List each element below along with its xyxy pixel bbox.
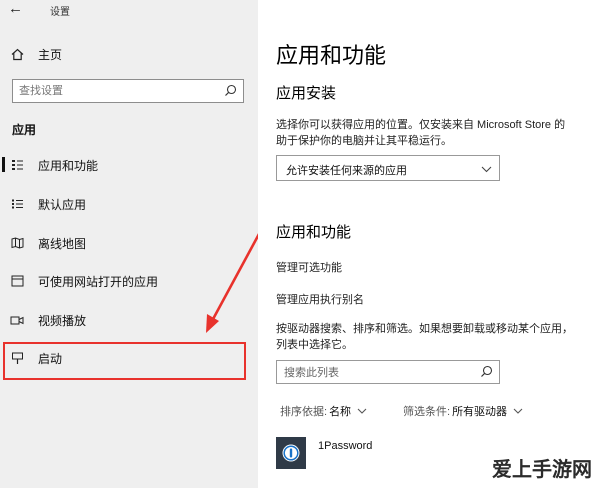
sidebar-item-label: 应用和功能 xyxy=(38,158,99,173)
sidebar-item-label: 离线地图 xyxy=(38,236,87,251)
sidebar-item-label: 视频播放 xyxy=(38,313,87,328)
app-name: 1Password xyxy=(318,440,373,452)
video-icon xyxy=(10,315,24,326)
dropdown-value: 允许安装任何来源的应用 xyxy=(286,165,407,177)
features-description-line-1: 按驱动器搜索、排序和筛选。如果想要卸载或移动某个应用， xyxy=(276,323,573,335)
apps-list-icon xyxy=(10,159,24,171)
home-icon xyxy=(10,48,24,61)
sidebar-item-apps-features[interactable]: 应用和功能 xyxy=(0,151,258,179)
annotation-arrow xyxy=(206,232,261,333)
page-title: 应用和功能 xyxy=(276,43,387,68)
install-source-dropdown[interactable]: 允许安装任何来源的应用 xyxy=(276,155,500,181)
app-list-search-box[interactable] xyxy=(276,360,500,384)
default-apps-icon xyxy=(10,198,24,210)
main-content: 应用和功能 应用安装 选择你可以获得应用的位置。仅安装来自 Microsoft … xyxy=(258,0,600,488)
filter-value: 所有驱动器 xyxy=(452,406,508,418)
sidebar-item-home[interactable]: 主页 xyxy=(0,40,258,68)
manage-app-alias-link[interactable]: 管理应用执行别名 xyxy=(276,291,364,307)
sidebar-section-title: 应用 xyxy=(12,123,37,137)
install-heading: 应用安装 xyxy=(276,85,337,102)
install-description-line-2: 助于保护你的电脑并让其平稳运行。 xyxy=(276,135,452,147)
highlight-box xyxy=(3,342,246,380)
sort-value: 名称 xyxy=(329,406,352,418)
chevron-down-icon xyxy=(481,164,492,176)
title-bar: ← 设置 xyxy=(0,0,258,22)
website-app-icon xyxy=(10,275,24,287)
settings-search-box[interactable] xyxy=(12,79,244,103)
map-icon xyxy=(10,237,24,249)
window-title: 设置 xyxy=(50,7,70,18)
back-button[interactable]: ← xyxy=(8,1,23,17)
sidebar-item-label: 可使用网站打开的应用 xyxy=(38,274,159,289)
sort-label: 排序依据: xyxy=(280,406,328,418)
1password-icon xyxy=(276,437,306,469)
filter-dropdown[interactable]: 筛选条件: 所有驱动器 xyxy=(403,403,523,419)
sidebar-item-label: 默认应用 xyxy=(38,197,87,212)
features-heading: 应用和功能 xyxy=(276,224,352,241)
search-icon[interactable] xyxy=(480,365,493,383)
watermark: 爱上手游网 xyxy=(492,459,592,481)
chevron-down-icon xyxy=(357,405,367,417)
sidebar-item-default-apps[interactable]: 默认应用 xyxy=(0,190,258,218)
settings-search-input[interactable] xyxy=(19,83,219,99)
install-description-line-1: 选择你可以获得应用的位置。仅安装来自 Microsoft Store 的 xyxy=(276,119,566,131)
app-list-search-input[interactable] xyxy=(284,365,474,380)
features-description-line-2: 列表中选择它。 xyxy=(276,339,353,351)
search-icon[interactable] xyxy=(224,84,237,102)
sort-by-dropdown[interactable]: 排序依据: 名称 xyxy=(280,403,367,419)
filter-label: 筛选条件: xyxy=(403,406,451,418)
manage-optional-features-link[interactable]: 管理可选功能 xyxy=(276,259,342,275)
chevron-down-icon xyxy=(513,405,523,417)
sidebar-item-label: 主页 xyxy=(38,47,63,62)
